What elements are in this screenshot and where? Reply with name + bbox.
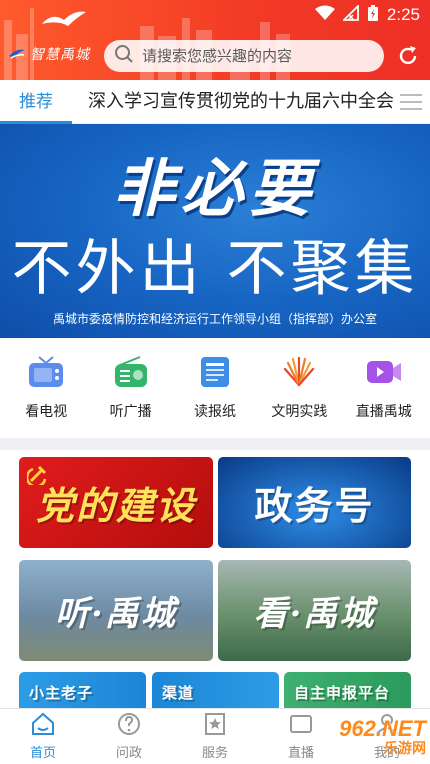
nav-service[interactable]: 服务 — [172, 712, 258, 761]
banner-title: 非必要 — [112, 152, 317, 225]
search-icon — [114, 44, 134, 68]
watermark-sub: 乐游网 — [384, 741, 426, 757]
channel-tab-bar: 推荐 深入学习宣传贯彻党的十九届六中全会 — [0, 80, 430, 124]
star-bookmark-icon — [202, 712, 228, 740]
nav-home[interactable]: 首页 — [0, 712, 86, 761]
tile-label: 自主申报平台 — [294, 683, 391, 702]
promo-banner[interactable]: 非必要 不外出 不聚集 禹城市委疫情防控和经济运行工作领导小组（指挥部）办公室 — [0, 124, 430, 338]
banner-subtitle: 不外出 不聚集 — [11, 234, 419, 304]
quick-link-label: 看电视 — [25, 404, 68, 420]
wifi-icon — [314, 5, 335, 25]
tab-recommend[interactable]: 推荐 — [0, 80, 72, 124]
tile-watch-yucheng[interactable]: 看·禹城 — [218, 560, 411, 661]
video-camera-icon — [365, 355, 403, 393]
tile-label: 党的建设 — [35, 484, 196, 528]
question-icon — [116, 712, 142, 740]
quick-link-label: 听广播 — [109, 404, 152, 420]
tile-row3-b[interactable]: 渠道 — [152, 672, 279, 712]
app-header: 2:25 智慧禹城 — [0, 0, 430, 80]
quick-link-tv[interactable]: 看电视 — [6, 355, 86, 421]
quick-link-civilization[interactable]: 文明实践 — [259, 355, 339, 421]
quick-link-label: 文明实践 — [271, 404, 328, 420]
hammer-sickle-icon — [25, 463, 49, 489]
tile-label: 小主老子 — [29, 683, 94, 702]
quick-links-row: 看电视 听广播 读报纸 文明实践 直播禹城 — [0, 338, 430, 438]
headline-ticker[interactable]: 深入学习宣传贯彻党的十九届六中全会 — [88, 80, 394, 124]
radio-icon — [112, 355, 150, 393]
newspaper-icon — [196, 355, 234, 393]
fan-icon — [280, 355, 318, 393]
banner-footer: 禹城市委疫情防控和经济运行工作领导小组（指挥部）办公室 — [52, 312, 377, 326]
battery-icon — [367, 4, 379, 26]
hamburger-icon — [398, 94, 424, 118]
section-divider — [0, 438, 430, 450]
home-icon — [30, 712, 56, 740]
tile-label: 渠道 — [162, 683, 195, 702]
logo-text: 智慧禹城 — [30, 47, 90, 63]
status-bar: 2:25 — [0, 0, 430, 30]
tile-row3-c[interactable]: 自主申报平台 — [284, 672, 411, 712]
tile-listen-yucheng[interactable]: 听·禹城 — [19, 560, 213, 661]
tile-label: 听·禹城 — [55, 594, 177, 634]
tile-label: 政务号 — [254, 484, 375, 528]
nav-inquiry[interactable]: 问政 — [86, 712, 172, 761]
tv-icon — [27, 355, 65, 393]
tile-party-building[interactable]: 党的建设 — [19, 457, 213, 548]
signal-icon — [341, 3, 359, 25]
app-logo: 智慧禹城 — [8, 44, 90, 64]
refresh-button[interactable] — [396, 44, 420, 72]
quick-link-label: 直播禹城 — [355, 404, 412, 420]
nav-label: 服务 — [201, 746, 228, 761]
tile-row3-a[interactable]: 小主老子 — [19, 672, 146, 712]
logo-mark-icon — [8, 45, 26, 64]
nav-label: 问政 — [115, 746, 142, 761]
quick-link-newspaper[interactable]: 读报纸 — [175, 355, 255, 421]
tile-label: 看·禹城 — [253, 594, 376, 634]
site-watermark: 962.NET 乐游网 — [292, 716, 426, 760]
refresh-icon — [396, 46, 420, 72]
search-input[interactable] — [142, 47, 372, 65]
quick-link-label: 读报纸 — [193, 404, 236, 420]
status-time: 2:25 — [386, 5, 420, 24]
channel-menu-button[interactable] — [398, 90, 424, 118]
tile-government[interactable]: 政务号 — [218, 457, 411, 548]
search-bar[interactable] — [104, 40, 384, 72]
quick-link-radio[interactable]: 听广播 — [91, 355, 171, 421]
nav-label: 首页 — [29, 746, 56, 761]
quick-link-live[interactable]: 直播禹城 — [344, 355, 424, 421]
